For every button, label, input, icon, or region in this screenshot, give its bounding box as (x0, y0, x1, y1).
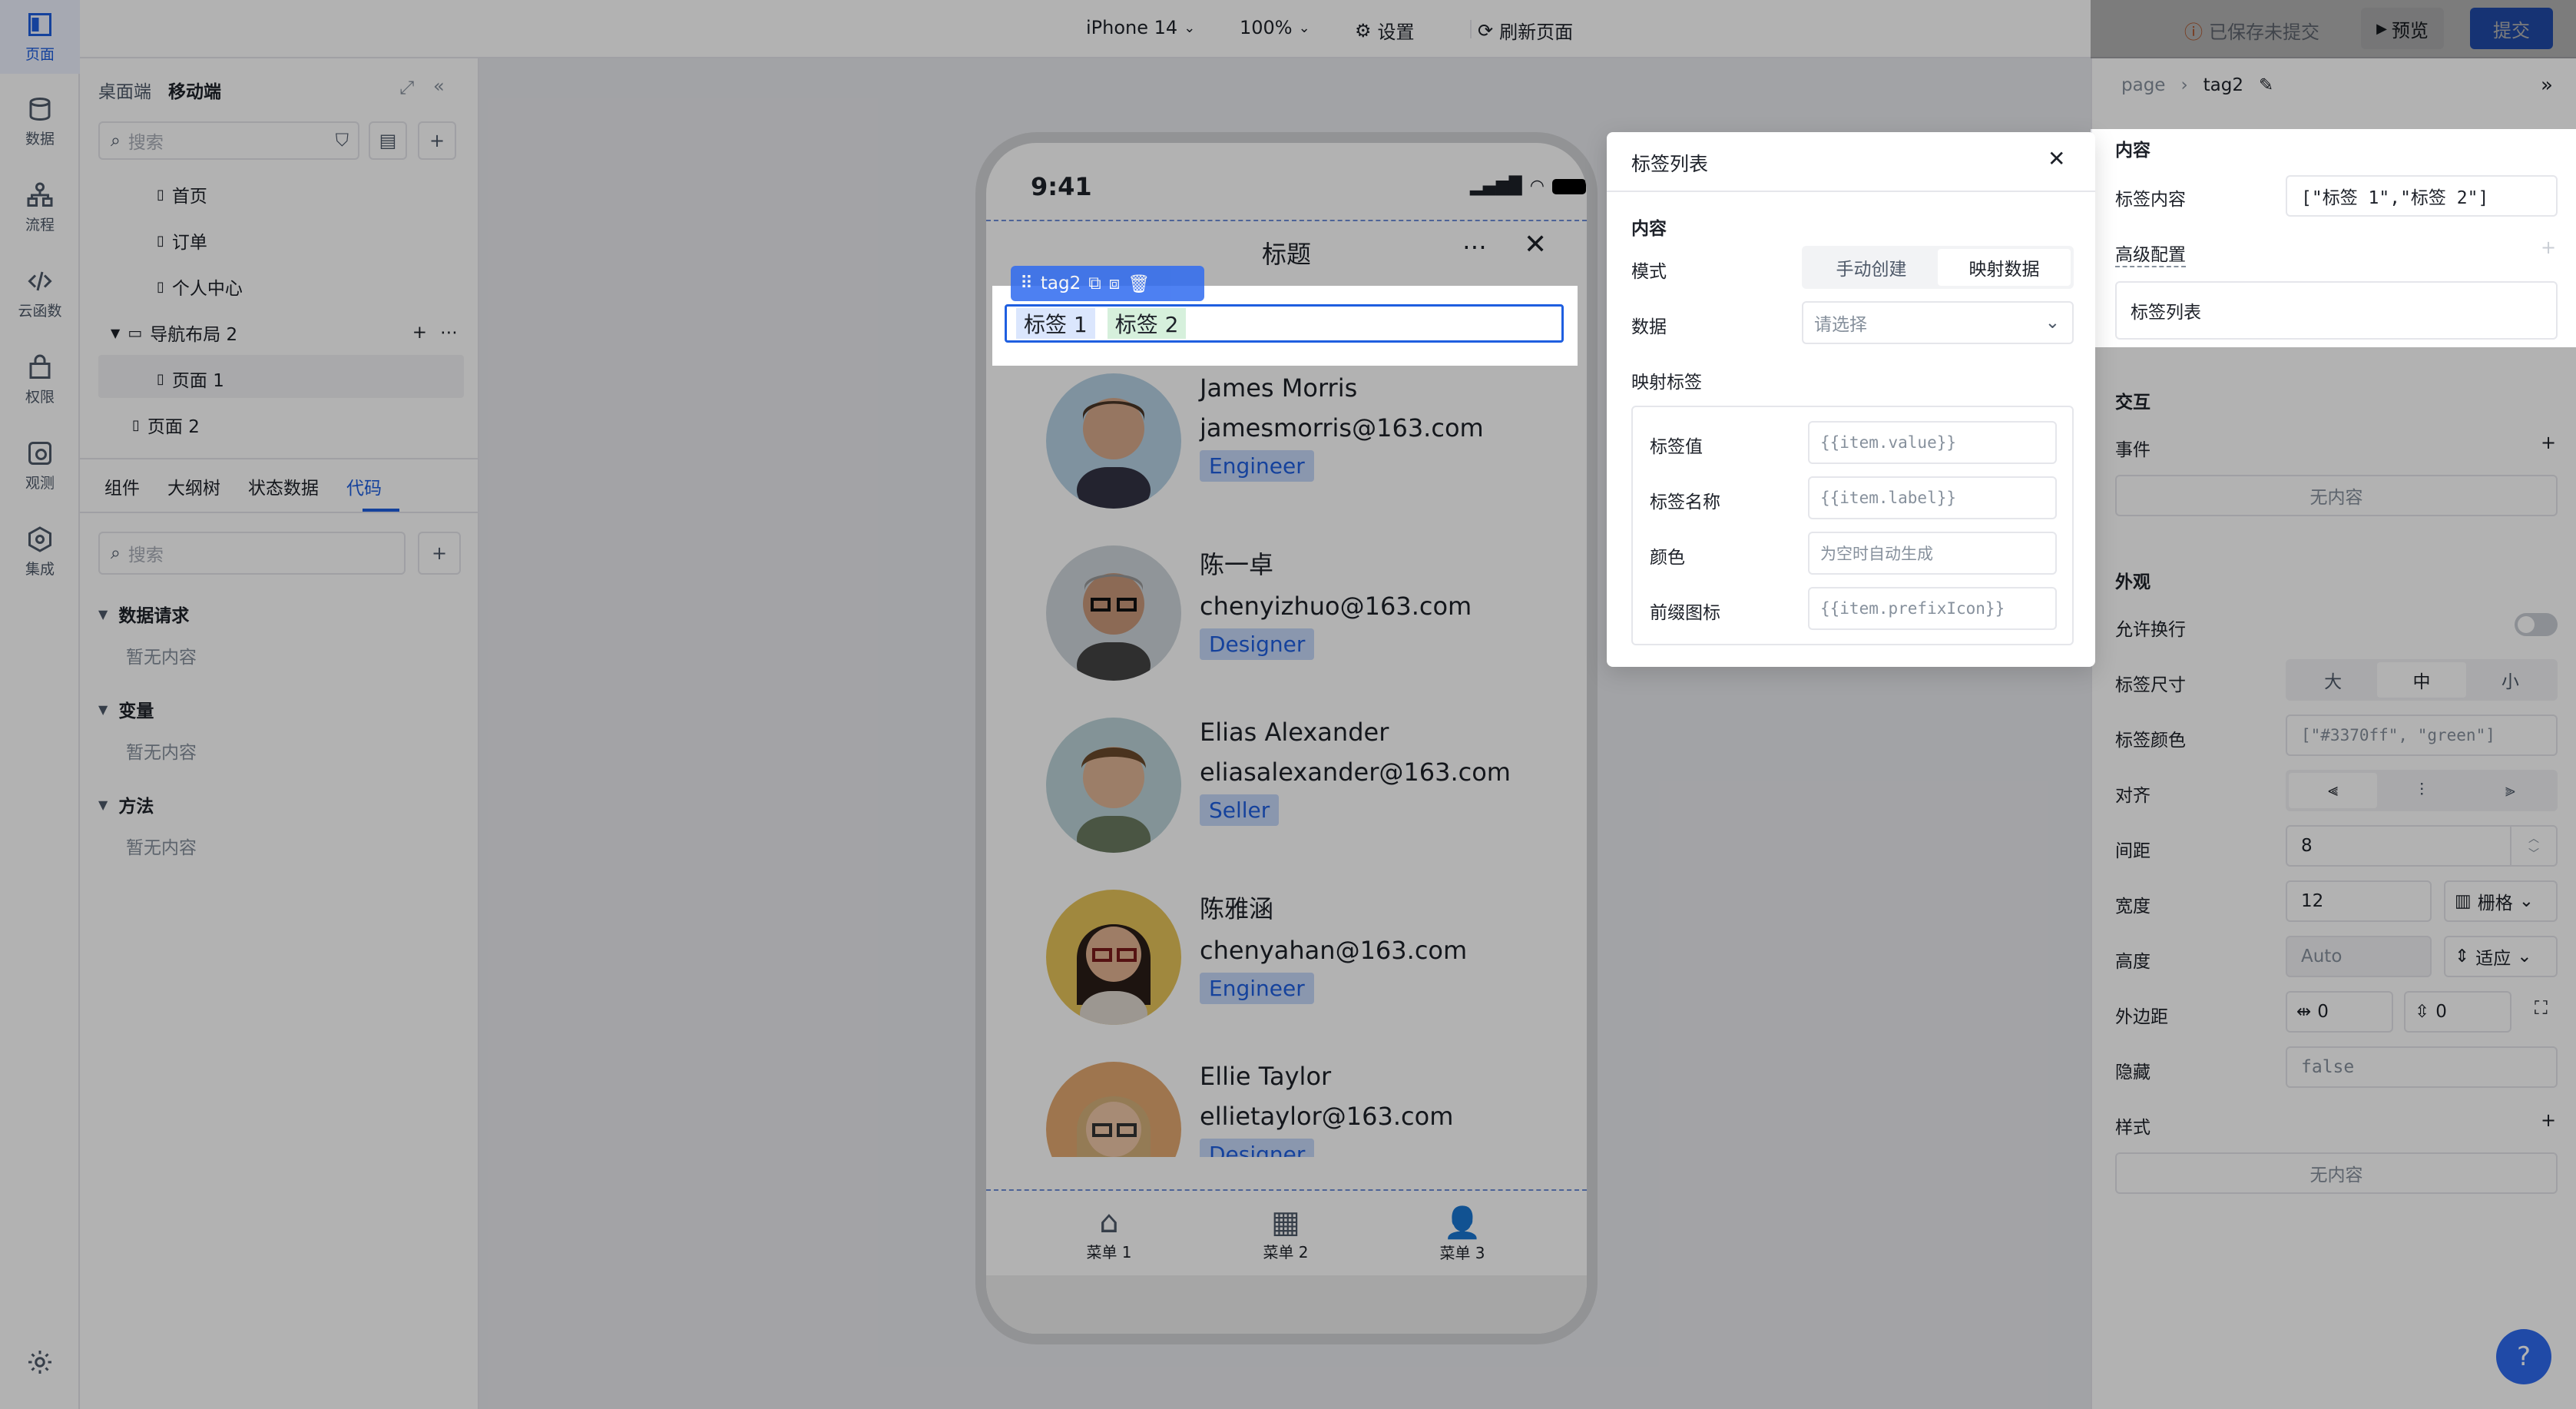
breadcrumb-root[interactable]: page (2121, 75, 2165, 95)
field-label: 外边距 (2115, 1007, 2168, 1027)
width-unit-select[interactable]: ▥ 栅格 ⌄ (2444, 880, 2558, 922)
close-icon[interactable]: ✕ (2048, 146, 2065, 171)
tag-label-input[interactable]: {{item.label}} (1808, 476, 2057, 519)
section-heading: 内容 (2115, 141, 2151, 161)
modal-title: 标签列表 (1631, 153, 1709, 175)
edit-icon[interactable]: ✎ (2259, 75, 2273, 95)
modal-section-heading: 内容 (1631, 219, 1667, 239)
style-empty: 无内容 (2115, 1152, 2558, 1194)
field-label: 标签颜色 (2115, 731, 2186, 751)
stepper-icon[interactable]: ︿ ﹀ (2510, 827, 2556, 865)
mode-segment: 手动创建 映射数据 (1802, 246, 2074, 289)
tag-color-input[interactable]: 为空时自动生成 (1808, 532, 2057, 575)
margin-v-value: 0 (2435, 1002, 2447, 1022)
tag-color-input[interactable]: ["#3370ff", "green"] (2286, 714, 2558, 756)
hidden-input[interactable]: false (2286, 1046, 2558, 1088)
width-input[interactable]: 12 (2286, 880, 2432, 922)
field-label: 标签值 (1650, 437, 1703, 457)
field-label: 模式 (1631, 262, 1667, 282)
section-heading: 外观 (2115, 572, 2151, 592)
field-label: 标签尺寸 (2115, 675, 2186, 695)
size-option-small[interactable]: 小 (2466, 662, 2554, 698)
field-label: 标签内容 (2115, 190, 2186, 210)
align-left-icon[interactable]: ⫷ (2289, 773, 2378, 808)
mode-manual[interactable]: 手动创建 (1805, 249, 1938, 286)
help-button[interactable]: ? (2496, 1329, 2551, 1384)
tag-item: 标签 1 (1016, 308, 1095, 339)
data-select[interactable]: 请选择 ⌄ (1802, 301, 2074, 344)
align-right-icon[interactable]: ⫸ (2466, 773, 2554, 808)
delete-icon[interactable]: 🗑 (1127, 274, 1150, 294)
plus-icon[interactable]: + (2541, 1109, 2556, 1131)
width-unit-label: 栅格 (2477, 893, 2513, 913)
tag-item: 标签 2 (1107, 308, 1187, 339)
mapping-box: 标签值 {{item.value}} 标签名称 {{item.label}} 颜… (1631, 406, 2074, 645)
data-placeholder: 请选择 (1814, 315, 1867, 335)
tag-list-modal: 标签列表 ✕ 内容 模式 手动创建 映射数据 数据 请选择 ⌄ 映射标签 标签值… (1607, 132, 2095, 667)
field-label: 宽度 (2115, 897, 2151, 917)
chevron-right-icon: › (2180, 75, 2188, 95)
size-segment: 大 中 小 (2286, 659, 2558, 701)
help-icon: ? (2516, 1341, 2531, 1372)
collapse-panel-icon[interactable]: » (2541, 74, 2553, 97)
margin-h-value: 0 (2317, 1002, 2329, 1022)
field-label: 对齐 (2115, 786, 2151, 806)
tag-component[interactable]: 标签 1 标签 2 (1005, 304, 1564, 343)
grid-icon: ▥ (2455, 891, 2472, 911)
wrap-toggle[interactable] (2515, 613, 2558, 636)
field-label: 允许换行 (2115, 620, 2186, 640)
margin-v-icon: ⇳ (2415, 1002, 2430, 1022)
size-option-medium[interactable]: 中 (2377, 662, 2466, 698)
field-label: 前缀图标 (1650, 603, 1720, 623)
tag-prefix-icon-input[interactable]: {{item.prefixIcon}} (1808, 587, 2057, 630)
margin-horizontal-input[interactable]: ⇹ 0 (2286, 991, 2393, 1033)
field-label: 标签名称 (1650, 492, 1720, 512)
tag-content-input[interactable]: ["标签 1","标签 2"] (2286, 175, 2558, 217)
align-segment: ⫷ ⫶ ⫸ (2286, 770, 2558, 811)
right-panel: page › tag2 ✎ » 内容 标签内容 ["标签 1","标签 2"] … (2091, 58, 2576, 1409)
copy-icon[interactable]: ⧉ (1088, 274, 1101, 293)
field-label: 事件 (2115, 440, 2151, 460)
height-input[interactable]: Auto (2286, 936, 2432, 977)
field-label: 高级配置 (2115, 240, 2186, 267)
margin-vertical-input[interactable]: ⇳ 0 (2404, 991, 2511, 1033)
height-unit-label: 适应 (2475, 949, 2511, 969)
field-label: 颜色 (1650, 548, 1685, 568)
drag-handle-icon[interactable]: ⠿ (1020, 274, 1033, 293)
breadcrumb-current: tag2 (2203, 75, 2244, 95)
field-label: 隐藏 (2115, 1063, 2151, 1082)
mode-mapped[interactable]: 映射数据 (1938, 249, 2071, 286)
plus-icon[interactable]: + (2541, 432, 2556, 453)
component-label: tag2 (1040, 274, 1081, 293)
event-empty: 无内容 (2115, 475, 2558, 516)
chevron-down-icon: ⌄ (2045, 313, 2060, 333)
margin-h-icon: ⇹ (2296, 1002, 2312, 1022)
height-unit-select[interactable]: ⇕ 适应 ⌄ (2444, 936, 2558, 977)
gap-value: 8 (2301, 836, 2313, 856)
advanced-config-field[interactable]: 标签列表 (2115, 281, 2558, 340)
component-toolbar: ⠿ tag2 ⧉ ⧈ 🗑 (1011, 266, 1204, 301)
field-label: 映射标签 (1631, 373, 1702, 393)
align-center-icon[interactable]: ⫶ (2377, 773, 2465, 808)
section-heading: 交互 (2115, 393, 2151, 413)
field-label: 高度 (2115, 952, 2151, 972)
fit-icon: ⇕ (2455, 947, 2470, 966)
field-label: 间距 (2115, 841, 2151, 861)
field-label: 数据 (1631, 317, 1667, 337)
chevron-down-icon: ⌄ (2518, 891, 2535, 911)
link-margin-icon[interactable]: ⛶ (2535, 997, 2548, 1019)
tag-value-input[interactable]: {{item.value}} (1808, 421, 2057, 464)
plus-icon[interactable]: + (2541, 237, 2556, 258)
size-option-large[interactable]: 大 (2289, 662, 2377, 698)
gap-input[interactable]: 8 ︿ ﹀ (2286, 825, 2558, 867)
divider (1607, 191, 2095, 192)
chevron-down-icon: ⌄ (2517, 947, 2532, 966)
field-label: 样式 (2115, 1118, 2151, 1138)
duplicate-icon[interactable]: ⧈ (1109, 274, 1121, 293)
